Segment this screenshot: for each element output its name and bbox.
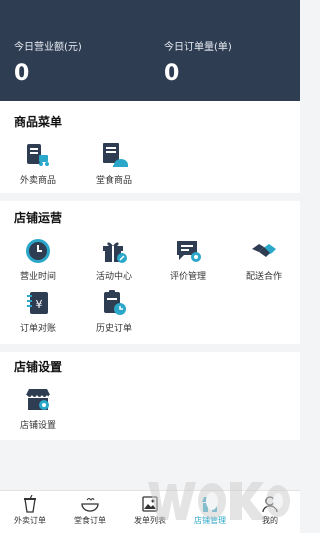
gift-icon: [103, 242, 127, 263]
tab-dispatch-list[interactable]: 发单列表: [120, 491, 180, 533]
dine-in-product-icon: [103, 143, 128, 167]
profile-icon: [262, 496, 278, 513]
delivery-product-icon: [27, 144, 49, 166]
item-label: 外卖商品: [19, 176, 56, 186]
order-history-button[interactable]: 历史订单: [84, 289, 144, 334]
item-label: 活动中心: [95, 272, 132, 282]
item-label: 配送合作: [245, 272, 282, 282]
shop-icon: [202, 497, 218, 512]
clock-icon: [26, 239, 50, 263]
activity-center-button[interactable]: 活动中心: [84, 237, 144, 282]
order-history-icon: [104, 290, 126, 315]
item-label: 历史订单: [95, 324, 132, 334]
tab-label: 外卖订单: [14, 516, 46, 525]
tab-profile[interactable]: 我的: [240, 491, 300, 533]
tab-label: 堂食订单: [74, 516, 106, 525]
store-operations-section: 店铺运营 营业时间 活动中心 评价管理 配送合作 ¥ 订单对账 历史订单: [0, 201, 300, 344]
handshake-icon: [252, 244, 276, 257]
revenue-value: 0: [14, 61, 30, 86]
section-title: 商品菜单: [14, 115, 63, 129]
revenue-label: 今日营业额(元): [14, 42, 82, 53]
business-hours-button[interactable]: 营业时间: [8, 237, 68, 282]
tab-label: 店铺管理: [194, 516, 226, 525]
store-settings-section: 店铺设置 店铺设置: [0, 352, 300, 440]
tab-dine-in-orders[interactable]: 堂食订单: [60, 491, 120, 533]
bowl-icon: [81, 498, 99, 512]
item-label: 堂食商品: [95, 176, 132, 186]
orders-label: 今日订单量(单): [164, 42, 232, 53]
store-settings-icon: [26, 389, 50, 410]
revenue-stat: 今日营业额(元) 0: [14, 38, 82, 86]
product-menu-section: 商品菜单 外卖商品 堂食商品: [0, 101, 300, 193]
yen-ledger-icon: ¥: [27, 292, 48, 314]
delivery-products-button[interactable]: 外卖商品: [8, 141, 68, 186]
order-reconciliation-button[interactable]: ¥ 订单对账: [8, 289, 68, 334]
delivery-partnership-button[interactable]: 配送合作: [234, 237, 294, 282]
dine-in-products-button[interactable]: 堂食商品: [84, 141, 144, 186]
section-title: 店铺运营: [14, 211, 63, 225]
takeout-cup-icon: [24, 495, 36, 513]
bottom-tab-bar: 外卖订单 堂食订单 发单列表 店铺管理 我的: [0, 490, 300, 533]
store-settings-button[interactable]: 店铺设置: [8, 386, 68, 431]
list-image-icon: [142, 496, 158, 512]
review-icon: [177, 241, 201, 262]
section-title: 店铺设置: [14, 360, 63, 374]
item-label: 评价管理: [169, 272, 206, 282]
tab-label: 发单列表: [134, 516, 166, 525]
tab-takeout-orders[interactable]: 外卖订单: [0, 491, 60, 533]
svg-text:¥: ¥: [36, 298, 43, 311]
stats-header: 今日营业额(元) 0 今日订单量(单) 0: [0, 0, 300, 101]
tab-store-management[interactable]: 店铺管理: [180, 491, 240, 533]
orders-value: 0: [164, 61, 180, 86]
item-label: 营业时间: [19, 272, 56, 282]
review-management-button[interactable]: 评价管理: [158, 237, 218, 282]
item-label: 订单对账: [19, 324, 56, 334]
item-label: 店铺设置: [19, 421, 56, 431]
tab-label: 我的: [262, 516, 278, 525]
orders-stat: 今日订单量(单) 0: [164, 38, 232, 86]
